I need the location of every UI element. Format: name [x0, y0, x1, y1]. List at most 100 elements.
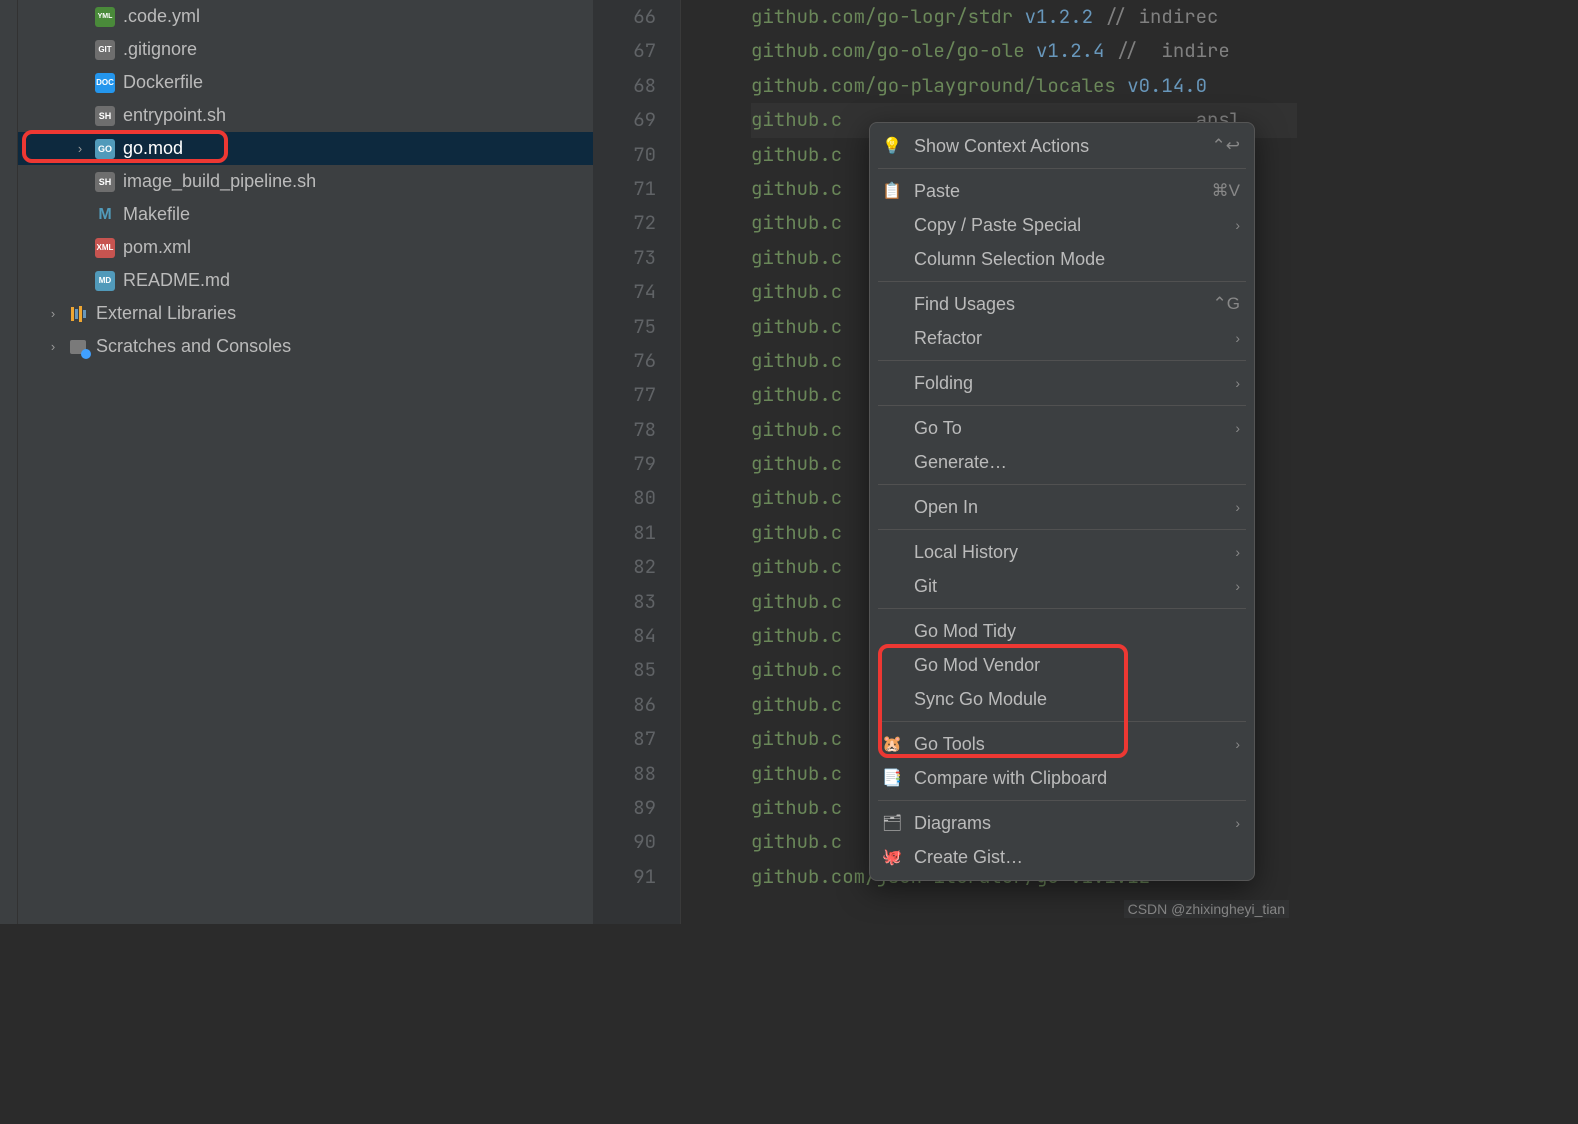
docker-icon: DOC — [95, 73, 115, 93]
menu-item-label: Diagrams — [914, 813, 1223, 834]
line-number: 82 — [593, 550, 656, 584]
menu-separator — [878, 405, 1246, 406]
line-number: 83 — [593, 585, 656, 619]
line-number: 85 — [593, 653, 656, 687]
menu-separator — [878, 360, 1246, 361]
line-number: 76 — [593, 344, 656, 378]
chevron-right-icon: › — [1235, 330, 1240, 346]
project-tree: YML .code.yml GIT.gitignore DOC Dockerfile SH… — [18, 0, 593, 924]
menu-item-column-selection-mode[interactable]: Column Selection Mode — [870, 242, 1254, 276]
menu-item-label: Refactor — [914, 328, 1223, 349]
menu-item-folding[interactable]: Folding› — [870, 366, 1254, 400]
create-icon: 🐙 — [882, 847, 902, 867]
diagrams-icon: 🗂 — [882, 813, 902, 833]
menu-shortcut: ⌃G — [1213, 294, 1240, 314]
menu-item-go-to[interactable]: Go To › — [870, 411, 1254, 445]
show-icon: 💡 — [882, 136, 902, 156]
line-number: 90 — [593, 825, 656, 859]
menu-item-open-in[interactable]: Open In› — [870, 490, 1254, 524]
tool-window-bar[interactable] — [0, 0, 18, 924]
line-number: 67 — [593, 34, 656, 68]
menu-item-label: Copy / Paste Special — [914, 215, 1223, 236]
tree-item-scratches-and-consoles[interactable]: ›Scratches and Consoles — [18, 330, 593, 363]
menu-item-local-history[interactable]: Local History › — [870, 535, 1254, 569]
chevron-right-icon: › — [1235, 420, 1240, 436]
menu-item-sync-go-module[interactable]: Sync Go Module — [870, 682, 1254, 716]
menu-item-go-mod-vendor[interactable]: Go Mod Vendor — [870, 648, 1254, 682]
menu-item-git[interactable]: Git› — [870, 569, 1254, 603]
menu-item-refactor[interactable]: Refactor › — [870, 321, 1254, 355]
watermark: CSDN @zhixingheyi_tian — [1124, 900, 1289, 918]
line-number: 66 — [593, 0, 656, 34]
tree-item-go-mod[interactable]: ›GOgo.mod — [18, 132, 593, 165]
code-line[interactable]: github.com/go-playground/locales v0.14.0 — [751, 69, 1297, 103]
line-number: 72 — [593, 206, 656, 240]
chevron-right-icon: › — [1235, 578, 1240, 594]
menu-item-label: Go To — [914, 418, 1223, 439]
yml-icon: YML — [95, 7, 115, 27]
menu-item-label: Go Mod Tidy — [914, 621, 1240, 642]
xml-icon: XML — [95, 238, 115, 258]
chevron-right-icon[interactable]: › — [46, 306, 60, 321]
menu-item-go-tools[interactable]: 🐹Go Tools› — [870, 727, 1254, 761]
chevron-right-icon: › — [1235, 217, 1240, 233]
code-line[interactable]: github.com/go-ole/go-ole v1.2.4 // indir… — [751, 34, 1297, 68]
menu-item-copy---paste-special[interactable]: Copy / Paste Special › — [870, 208, 1254, 242]
tree-item-entrypoint-sh[interactable]: SH entrypoint.sh — [18, 99, 593, 132]
menu-separator — [878, 800, 1246, 801]
line-number: 81 — [593, 516, 656, 550]
menu-item-compare-with-clipboard[interactable]: 📑Compare with Clipboard — [870, 761, 1254, 795]
line-number: 73 — [593, 241, 656, 275]
tree-item-label: go.mod — [123, 138, 183, 159]
gutter: 6667686970717273747576777879808182838485… — [593, 0, 681, 924]
tree-item-label: entrypoint.sh — [123, 105, 226, 126]
chevron-right-icon[interactable]: › — [73, 141, 87, 156]
line-number: 84 — [593, 619, 656, 653]
tree-item--gitignore[interactable]: GIT.gitignore — [18, 33, 593, 66]
chevron-right-icon: › — [1235, 815, 1240, 831]
code-line[interactable]: github.com/go-logr/stdr v1.2.2 // indire… — [751, 0, 1297, 34]
menu-item-label: Create Gist… — [914, 847, 1240, 868]
menu-item-show-context-actions[interactable]: 💡Show Context Actions⌃↩ — [870, 129, 1254, 163]
tree-item-dockerfile[interactable]: DOC Dockerfile — [18, 66, 593, 99]
menu-separator — [878, 168, 1246, 169]
tree-item-external-libraries[interactable]: ›External Libraries — [18, 297, 593, 330]
menu-item-label: Compare with Clipboard — [914, 768, 1240, 789]
tree-item-label: image_build_pipeline.sh — [123, 171, 316, 192]
line-number: 77 — [593, 378, 656, 412]
tree-item-label: README.md — [123, 270, 230, 291]
chevron-right-icon[interactable]: › — [46, 339, 60, 354]
line-number: 68 — [593, 69, 656, 103]
tree-item-label: Dockerfile — [123, 72, 203, 93]
line-number: 87 — [593, 722, 656, 756]
menu-item-label: Local History — [914, 542, 1223, 563]
line-number: 86 — [593, 688, 656, 722]
tree-item-readme-md[interactable]: MD README.md — [18, 264, 593, 297]
sh-icon: SH — [95, 172, 115, 192]
menu-item-create-gist-[interactable]: 🐙 Create Gist… — [870, 840, 1254, 874]
tree-item-image-build-pipeline-sh[interactable]: SH image_build_pipeline.sh — [18, 165, 593, 198]
menu-item-generate-[interactable]: Generate… — [870, 445, 1254, 479]
tree-item-label: .gitignore — [123, 39, 197, 60]
md-icon: MD — [95, 271, 115, 291]
tree-item--code-yml[interactable]: YML .code.yml — [18, 0, 593, 33]
chevron-right-icon: › — [1235, 544, 1240, 560]
tree-item-label: pom.xml — [123, 237, 191, 258]
tree-item-pom-xml[interactable]: XML pom.xml — [18, 231, 593, 264]
menu-shortcut: ⌃↩ — [1212, 136, 1241, 156]
menu-item-find-usages[interactable]: Find Usages⌃G — [870, 287, 1254, 321]
line-number: 80 — [593, 481, 656, 515]
sh-icon: SH — [95, 106, 115, 126]
menu-item-go-mod-tidy[interactable]: Go Mod Tidy — [870, 614, 1254, 648]
menu-item-paste[interactable]: 📋Paste⌘V — [870, 174, 1254, 208]
tree-item-makefile[interactable]: MMakefile — [18, 198, 593, 231]
menu-item-diagrams[interactable]: 🗂 Diagrams › — [870, 806, 1254, 840]
paste-icon: 📋 — [882, 181, 902, 201]
line-number: 71 — [593, 172, 656, 206]
go-icon: 🐹 — [882, 734, 902, 754]
line-number: 78 — [593, 413, 656, 447]
tree-item-label: .code.yml — [123, 6, 200, 27]
lib-icon — [68, 304, 88, 324]
menu-item-label: Paste — [914, 181, 1200, 202]
menu-item-label: Open In — [914, 497, 1223, 518]
